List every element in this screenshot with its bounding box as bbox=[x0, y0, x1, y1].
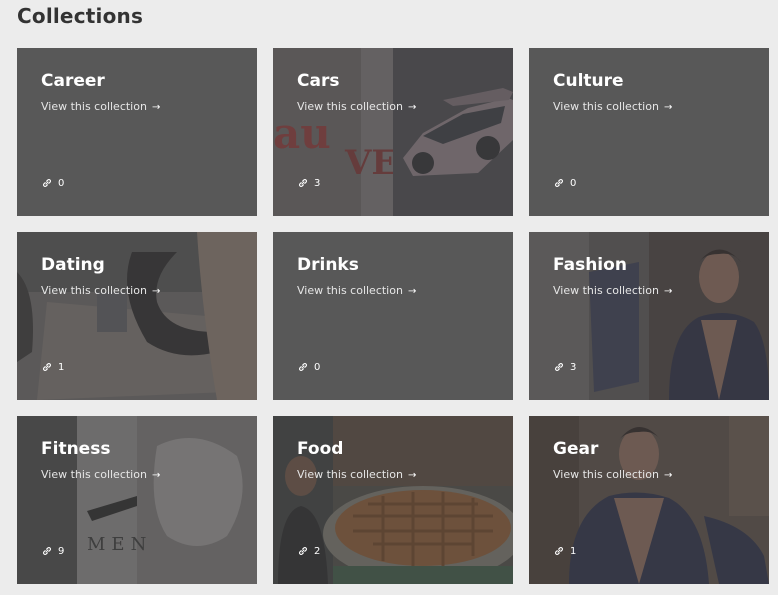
link-icon bbox=[43, 179, 51, 187]
collection-card-drinks[interactable]: Drinks View this collection → 0 bbox=[273, 232, 513, 400]
collection-card-dating[interactable]: Dating View this collection → 1 bbox=[17, 232, 257, 400]
link-icon bbox=[299, 547, 307, 555]
collection-count: 1 bbox=[41, 361, 64, 373]
link-icon bbox=[43, 363, 51, 371]
view-collection-link[interactable]: View this collection → bbox=[553, 284, 672, 297]
collection-count-value: 3 bbox=[570, 361, 577, 373]
collection-card-career[interactable]: Career View this collection → 0 bbox=[17, 48, 257, 216]
collection-count: 9 bbox=[41, 545, 64, 557]
collection-count-value: 3 bbox=[314, 177, 321, 189]
collection-count-value: 0 bbox=[314, 361, 321, 373]
collection-name: Career bbox=[41, 71, 105, 91]
arrow-right-icon: → bbox=[407, 286, 417, 297]
link-icon bbox=[43, 547, 51, 555]
collection-name: Drinks bbox=[297, 255, 359, 275]
collection-name: Fashion bbox=[553, 255, 627, 275]
link-icon bbox=[555, 363, 563, 371]
link-icon bbox=[299, 179, 307, 187]
collection-count-value: 0 bbox=[570, 177, 577, 189]
collection-count: 2 bbox=[297, 545, 320, 557]
link-icon bbox=[555, 547, 563, 555]
view-collection-link[interactable]: View this collection → bbox=[297, 468, 416, 481]
arrow-right-icon: → bbox=[151, 286, 161, 297]
collection-count-value: 0 bbox=[58, 177, 65, 189]
arrow-right-icon: → bbox=[407, 102, 417, 113]
view-collection-link[interactable]: View this collection → bbox=[41, 100, 160, 113]
arrow-right-icon: → bbox=[151, 102, 161, 113]
view-collection-label: View this collection bbox=[297, 468, 403, 481]
collection-name: Culture bbox=[553, 71, 624, 91]
collection-card-cars[interactable]: au VE Cars View this collection → 3 bbox=[273, 48, 513, 216]
collection-count: 1 bbox=[553, 545, 576, 557]
view-collection-link[interactable]: View this collection → bbox=[297, 100, 416, 113]
link-icon bbox=[299, 363, 307, 371]
collection-count: 0 bbox=[553, 177, 576, 189]
view-collection-link[interactable]: View this collection → bbox=[41, 284, 160, 297]
view-collection-link[interactable]: View this collection → bbox=[553, 468, 672, 481]
collection-count-value: 2 bbox=[314, 545, 321, 557]
collection-card-culture[interactable]: Culture View this collection → 0 bbox=[529, 48, 769, 216]
arrow-right-icon: → bbox=[151, 470, 161, 481]
collection-name: Fitness bbox=[41, 439, 111, 459]
view-collection-label: View this collection bbox=[553, 468, 659, 481]
arrow-right-icon: → bbox=[663, 286, 673, 297]
collection-count-value: 9 bbox=[58, 545, 65, 557]
collection-count: 0 bbox=[297, 361, 320, 373]
collection-name: Cars bbox=[297, 71, 340, 91]
collection-count-value: 1 bbox=[570, 545, 577, 557]
view-collection-label: View this collection bbox=[553, 100, 659, 113]
collection-card-fitness[interactable]: MEN Fitness View this collection → 9 bbox=[17, 416, 257, 584]
view-collection-label: View this collection bbox=[41, 100, 147, 113]
view-collection-label: View this collection bbox=[553, 284, 659, 297]
arrow-right-icon: → bbox=[407, 470, 417, 481]
collection-count-value: 1 bbox=[58, 361, 65, 373]
collection-count: 3 bbox=[553, 361, 576, 373]
view-collection-link[interactable]: View this collection → bbox=[41, 468, 160, 481]
arrow-right-icon: → bbox=[663, 102, 673, 113]
collection-card-food[interactable]: Food View this collection → 2 bbox=[273, 416, 513, 584]
collections-grid: Career View this collection → 0 au VE Ca… bbox=[17, 48, 769, 584]
collection-name: Food bbox=[297, 439, 344, 459]
arrow-right-icon: → bbox=[663, 470, 673, 481]
collection-card-fashion[interactable]: Fashion View this collection → 3 bbox=[529, 232, 769, 400]
view-collection-label: View this collection bbox=[41, 468, 147, 481]
collection-count: 0 bbox=[41, 177, 64, 189]
page-title: Collections bbox=[17, 4, 144, 28]
collection-name: Dating bbox=[41, 255, 105, 275]
view-collection-link[interactable]: View this collection → bbox=[553, 100, 672, 113]
view-collection-link[interactable]: View this collection → bbox=[297, 284, 416, 297]
link-icon bbox=[555, 179, 563, 187]
collection-card-gear[interactable]: Gear View this collection → 1 bbox=[529, 416, 769, 584]
collection-count: 3 bbox=[297, 177, 320, 189]
view-collection-label: View this collection bbox=[297, 100, 403, 113]
view-collection-label: View this collection bbox=[41, 284, 147, 297]
view-collection-label: View this collection bbox=[297, 284, 403, 297]
collection-name: Gear bbox=[553, 439, 599, 459]
